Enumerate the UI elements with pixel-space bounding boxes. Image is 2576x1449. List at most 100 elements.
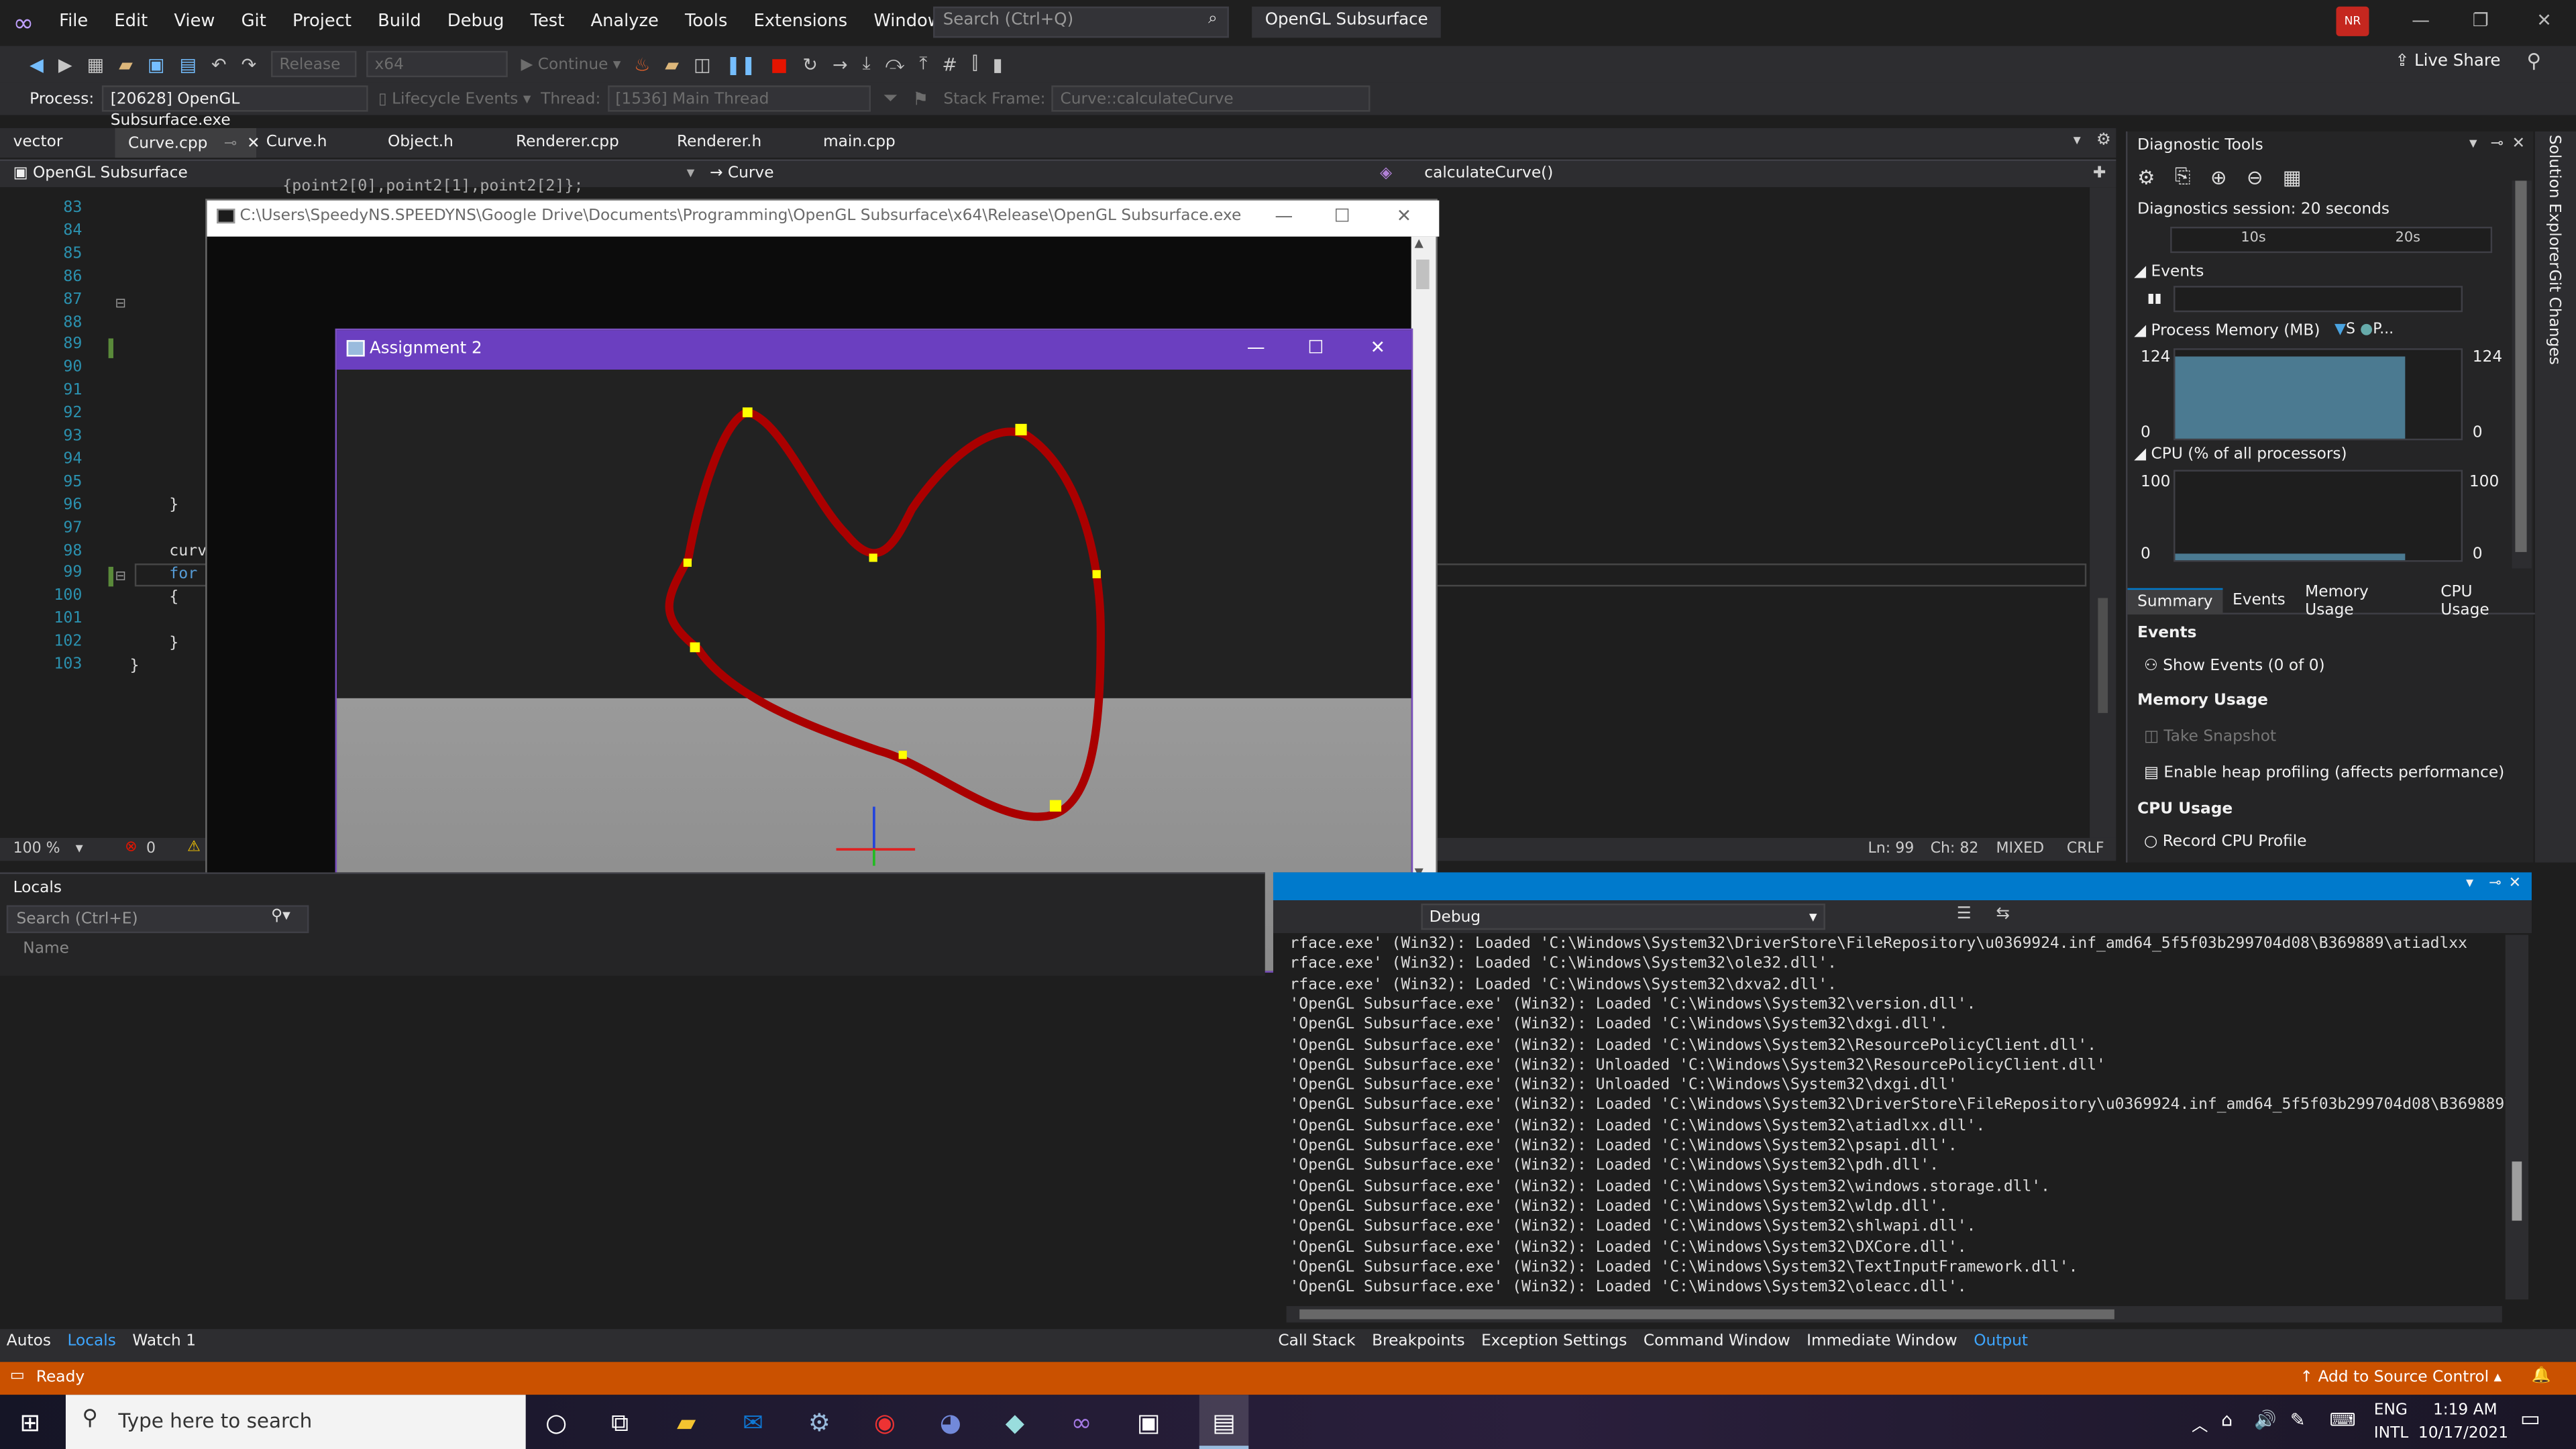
take-snapshot-button[interactable]: ◫ Take Snapshot <box>2144 728 2276 746</box>
clock-time[interactable]: 1:19 AM <box>2433 1401 2498 1419</box>
process-select[interactable]: [20628] OpenGL Subsurface.exe <box>102 85 369 129</box>
tab-immediate-window[interactable]: Immediate Window <box>1807 1332 1957 1350</box>
cpu-section[interactable]: ◢ CPU (% of all processors) <box>2134 445 2347 464</box>
dropdown-icon[interactable]: ▾ <box>2466 875 2473 892</box>
folder-icon[interactable]: ▰ <box>665 54 679 75</box>
pause-events-icon[interactable]: ▮▮ <box>2147 290 2162 305</box>
menu-item-build[interactable]: Build <box>378 11 421 31</box>
tab-cpu-usage[interactable]: CPU Usage <box>2431 579 2535 622</box>
console-minimize-button[interactable]: — <box>1275 205 1293 227</box>
keyboard-layout-indicator[interactable]: INTL <box>2374 1424 2408 1442</box>
tab-dropdown-icon[interactable]: ▾ <box>2074 133 2081 149</box>
pin-icon[interactable]: ⊸ <box>2489 875 2501 892</box>
tab-curve-h[interactable]: Curve.h <box>253 128 340 158</box>
avatar[interactable]: NR <box>2336 6 2369 36</box>
console-taskbar-icon[interactable]: ▣ <box>1137 1408 1161 1438</box>
menu-item-view[interactable]: View <box>174 11 215 31</box>
menu-item-test[interactable]: Test <box>531 11 565 31</box>
stack-frame-select[interactable]: Curve::calculateCurve <box>1052 85 1371 112</box>
console-close-button[interactable]: ✕ <box>1397 205 1412 227</box>
locals-grid[interactable] <box>0 975 1265 1331</box>
tab-autos[interactable]: Autos <box>7 1332 51 1350</box>
task-view-icon[interactable]: ⧉ <box>611 1408 629 1438</box>
discord-icon[interactable]: ◕ <box>940 1408 961 1438</box>
action-center-icon[interactable]: ▭ <box>2520 1408 2540 1433</box>
reset-icon[interactable]: ▦ <box>2283 165 2302 188</box>
git-changes-tab[interactable]: Git Changes <box>2545 270 2563 365</box>
menu-item-window[interactable]: Window <box>873 11 941 31</box>
lifecycle-events[interactable]: ▯ Lifecycle Events ▾ <box>378 89 531 107</box>
search-input[interactable]: Search (Ctrl+Q) ⌕ <box>933 6 1229 38</box>
keyboard-icon[interactable]: ⌨ <box>2330 1409 2356 1431</box>
redo-icon[interactable]: ↷ <box>241 54 257 75</box>
locals-search-input[interactable]: Search (Ctrl+E) ⚲▾ <box>6 905 309 934</box>
thread-select[interactable]: [1536] Main Thread <box>607 85 870 112</box>
word-wrap-icon[interactable]: ⇆ <box>1996 905 2010 923</box>
opengl-close-button[interactable]: ✕ <box>1370 337 1385 358</box>
step-into-icon[interactable]: ⤓ <box>863 52 871 75</box>
close-icon[interactable]: ✕ <box>2509 875 2521 892</box>
opengl-minimize-button[interactable]: — <box>1247 337 1265 358</box>
settings-icon[interactable]: ⚙ <box>2096 131 2111 150</box>
tab-renderer-cpp[interactable]: Renderer.cpp <box>502 128 632 158</box>
platform-select[interactable]: x64 <box>366 50 508 78</box>
open-icon[interactable]: ▰ <box>119 54 133 75</box>
zoom-out-icon[interactable]: ⊖ <box>2247 165 2263 188</box>
show-events-link[interactable]: ⚇ Show Events (0 of 0) <box>2144 657 2325 676</box>
collapse-icon[interactable]: ⊟ <box>115 568 125 583</box>
tab-call-stack[interactable]: Call Stack <box>1278 1332 1355 1350</box>
restart-icon[interactable]: ↻ <box>802 54 818 75</box>
output-source-select[interactable]: Debug ▾ <box>1421 903 1825 930</box>
outlook-icon[interactable]: ✉ <box>743 1408 763 1438</box>
clock-date[interactable]: 10/17/2021 <box>2418 1424 2508 1442</box>
screenshot-icon[interactable]: ◫ <box>694 54 710 75</box>
pin-icon[interactable]: ⊸ <box>224 135 237 153</box>
tab-vector[interactable]: vector <box>0 128 76 158</box>
menu-item-tools[interactable]: Tools <box>685 11 727 31</box>
notifications-icon[interactable]: 🔔 <box>2532 1367 2551 1385</box>
menu-item-git[interactable]: Git <box>241 11 266 31</box>
error-count[interactable]: 0 <box>146 841 156 857</box>
menu-item-edit[interactable]: Edit <box>114 11 148 31</box>
menu-item-debug[interactable]: Debug <box>447 11 504 31</box>
pin-icon[interactable]: ⊸ <box>2491 135 2504 153</box>
menu-item-analyze[interactable]: Analyze <box>590 11 658 31</box>
visual-studio-icon[interactable]: ∞ <box>1071 1408 1092 1438</box>
menu-item-project[interactable]: Project <box>292 11 352 31</box>
start-button-icon[interactable]: ⊞ <box>19 1408 40 1438</box>
tab-memory-usage[interactable]: Memory Usage <box>2295 579 2430 622</box>
timeline-ruler[interactable]: 10s 20s <box>2170 226 2493 254</box>
new-project-icon[interactable]: ▦ <box>87 54 104 75</box>
pause-icon[interactable]: ❚❚ <box>726 54 756 75</box>
volume-icon[interactable]: 🔊 <box>2254 1409 2277 1431</box>
cpu-graph[interactable] <box>2174 470 2463 562</box>
zoom-in-icon[interactable]: ⊕ <box>2210 165 2227 188</box>
hot-reload-icon[interactable]: ♨ <box>634 54 650 75</box>
output-vscrollbar[interactable] <box>2505 934 2529 1300</box>
forward-icon[interactable]: ▶ <box>58 54 72 75</box>
project-dropdown-arrow-icon[interactable]: ▾ <box>687 164 695 182</box>
scope-dropdown[interactable]: → Curve <box>710 164 774 182</box>
tab-exception-settings[interactable]: Exception Settings <box>1481 1332 1627 1350</box>
diag-scrollbar[interactable] <box>2512 180 2532 569</box>
stop-icon[interactable]: ■ <box>771 54 788 75</box>
tray-chevron-icon[interactable]: ︿ <box>2192 1411 2208 1436</box>
filter-icon[interactable]: ⏷ <box>883 87 898 110</box>
minimize-button[interactable]: — <box>2412 10 2430 32</box>
close-button[interactable]: ✕ <box>2536 10 2552 32</box>
undo-icon[interactable]: ↶ <box>211 54 227 75</box>
solution-explorer-tab[interactable]: Solution Explorer <box>2545 135 2563 268</box>
tab-events[interactable]: Events <box>2222 588 2295 613</box>
settings-icon[interactable]: ⚙ <box>2137 165 2155 188</box>
step-over-icon[interactable]: ⤼ <box>885 52 905 75</box>
config-select[interactable]: Release <box>271 50 357 78</box>
file-explorer-icon[interactable]: ▰ <box>677 1408 696 1438</box>
feedback-icon[interactable]: ⚲ <box>2527 49 2542 72</box>
heap-profiling-button[interactable]: ▤ Enable heap profiling (affects perform… <box>2144 764 2504 782</box>
split-icon[interactable]: ✚ <box>2093 164 2106 182</box>
output-hscrollbar[interactable] <box>1286 1305 2502 1323</box>
opengl-taskbar-icon[interactable]: ▤ <box>1199 1395 1249 1449</box>
member-dropdown[interactable]: calculateCurve() <box>1424 164 1553 182</box>
tab-command-window[interactable]: Command Window <box>1644 1332 1790 1350</box>
save-icon[interactable]: ▣ <box>148 54 164 75</box>
